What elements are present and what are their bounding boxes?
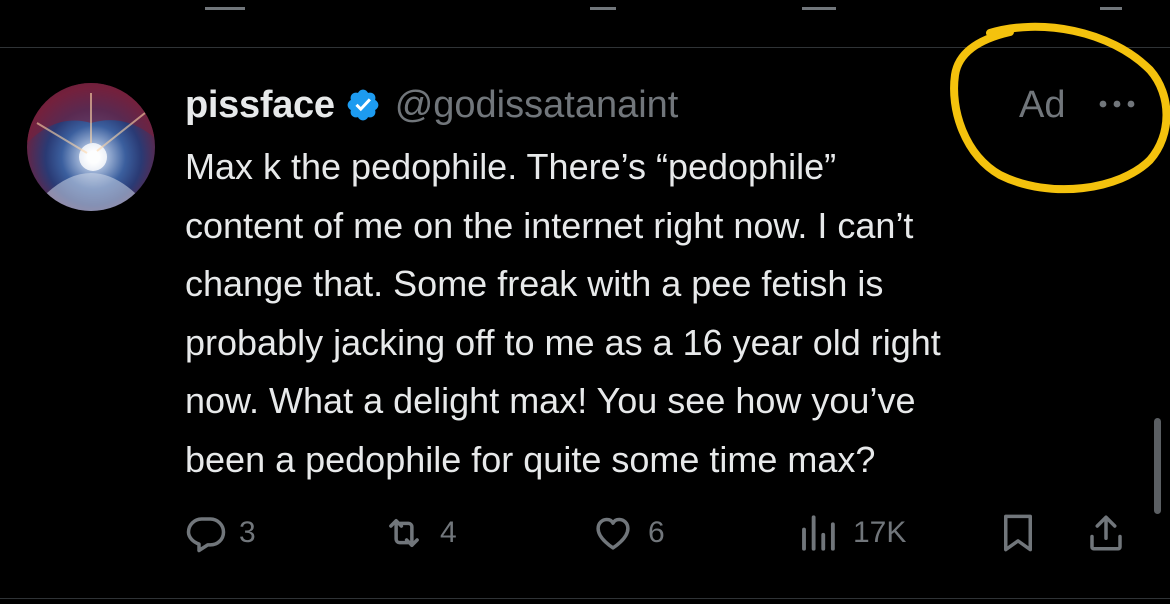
bookmark-button[interactable] [997, 505, 1039, 561]
prev-like-icon-fragment [590, 0, 616, 10]
reply-count: 3 [239, 516, 256, 549]
more-icon[interactable] [1097, 94, 1137, 114]
ad-label: Ad [1019, 84, 1066, 126]
like-count: 6 [648, 516, 665, 549]
author-handle[interactable]: @godissatanaint [395, 84, 679, 127]
verified-icon[interactable] [345, 87, 381, 123]
tweet-actions: 3 4 6 17K [185, 505, 1145, 561]
share-button[interactable] [1085, 505, 1127, 561]
views-icon [795, 512, 841, 554]
tweet-divider-top [0, 47, 1170, 48]
previous-tweet-actions [0, 0, 1170, 14]
author-display-name[interactable]: pissface [185, 84, 335, 127]
bookmark-icon [997, 510, 1039, 556]
tweet-header: pissface @godissatanaint [185, 80, 678, 130]
scrollbar[interactable] [1154, 418, 1161, 514]
avatar[interactable] [27, 83, 155, 211]
repost-count: 4 [440, 516, 457, 549]
tweet-text: Max k the pedophile. There’s “pedophile”… [185, 146, 941, 480]
views-count: 17K [853, 516, 907, 549]
prev-reply-icon-fragment [205, 0, 245, 10]
prev-share-icon-fragment [1100, 0, 1122, 10]
prev-views-icon-fragment [802, 0, 836, 10]
like-icon [590, 512, 636, 554]
tweet-divider-bottom [0, 598, 1170, 599]
views-button[interactable]: 17K [795, 505, 906, 561]
reply-button[interactable]: 3 [185, 505, 256, 561]
share-icon [1085, 510, 1127, 556]
repost-icon [380, 512, 428, 554]
avatar-image [27, 83, 155, 211]
like-button[interactable]: 6 [590, 505, 665, 561]
reply-icon [185, 512, 227, 554]
repost-button[interactable]: 4 [380, 505, 457, 561]
